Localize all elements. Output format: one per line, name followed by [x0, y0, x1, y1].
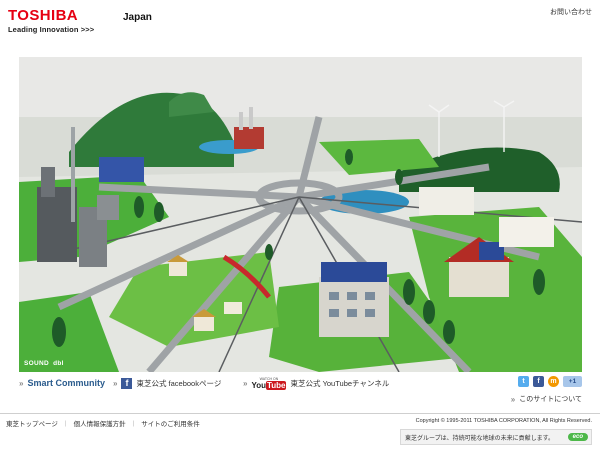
apartment-building [319, 277, 389, 337]
facebook-icon: f [121, 378, 133, 389]
contact-link[interactable]: お問い合わせ [550, 7, 592, 17]
logo-tagline-text: Leading Innovation [8, 25, 79, 34]
youtube-channel-link[interactable]: » WATCH ON YouTube 東芝公式 YouTubeチャンネル [243, 377, 390, 390]
footer-link-terms[interactable]: サイトのご利用条件 [141, 418, 200, 428]
sound-label: SOUND [24, 360, 49, 367]
about-site-link[interactable]: » このサイトについて [511, 394, 582, 404]
solar-panel-left [99, 157, 144, 182]
power-plant [234, 127, 264, 149]
youtube-you: You [251, 380, 266, 390]
footer-divider [0, 413, 600, 414]
double-chevron-icon: » [19, 378, 24, 388]
footer-separator: | [64, 419, 67, 427]
youtube-icon: WATCH ON YouTube [251, 377, 287, 390]
youtube-tube: Tube [265, 380, 287, 390]
house-right [449, 257, 509, 297]
about-site-label: このサイトについて [519, 396, 582, 403]
youtube-channel-label: 東芝公式 YouTubeチャンネル [290, 379, 390, 389]
footer-separator: | [132, 419, 135, 427]
logo-arrows: >>> [80, 25, 95, 34]
diorama-illustration [19, 57, 582, 372]
footer-link-privacy[interactable]: 個人情報保護方針 [74, 418, 126, 428]
social-share: t f m +1 [518, 376, 582, 387]
toshiba-logo[interactable]: TOSHIBA Leading Innovation >>> [8, 8, 100, 34]
double-chevron-icon: » [243, 379, 248, 389]
smart-community-label: Smart Community [27, 378, 105, 388]
sound-toggle[interactable]: SOUND dbl [24, 360, 64, 367]
footer-link-top[interactable]: 東芝トップページ [6, 418, 58, 428]
country-label: Japan [123, 12, 152, 23]
sound-level-icon: dbl [53, 360, 64, 367]
google-plus-icon[interactable]: +1 [563, 376, 582, 387]
twitter-icon[interactable]: t [518, 376, 529, 387]
logo-tagline: Leading Innovation >>> [8, 25, 100, 34]
logo-wordmark: TOSHIBA [8, 7, 79, 24]
eco-text: 東芝グループは、持続可能な地球の未来に貢献します。 [405, 435, 555, 442]
school-building [499, 217, 554, 247]
facebook-page-label: 東芝公式 facebookページ [136, 379, 222, 388]
smart-community-link[interactable]: » Smart Community [19, 378, 105, 388]
facebook-page-link[interactable]: » f 東芝公式 facebookページ [113, 378, 221, 389]
double-chevron-icon: » [510, 394, 516, 404]
copyright: Copyright © 1995-2011 TOSHIBA CORPORATIO… [415, 418, 592, 424]
eco-badge: eco [567, 433, 588, 441]
facebook-share-icon[interactable]: f [533, 376, 544, 387]
eco-banner[interactable]: 東芝グループは、持続可能な地球の未来に貢献します。 eco [400, 429, 592, 445]
link-bar: » Smart Community » f 東芝公式 facebookページ »… [19, 376, 582, 392]
double-chevron-icon: » [113, 379, 118, 388]
smart-community-video[interactable]: SOUND dbl [19, 57, 582, 372]
footer-nav: 東芝トップページ | 個人情報保護方針 | サイトのご利用条件 [6, 418, 200, 429]
mixi-icon[interactable]: m [548, 376, 559, 387]
